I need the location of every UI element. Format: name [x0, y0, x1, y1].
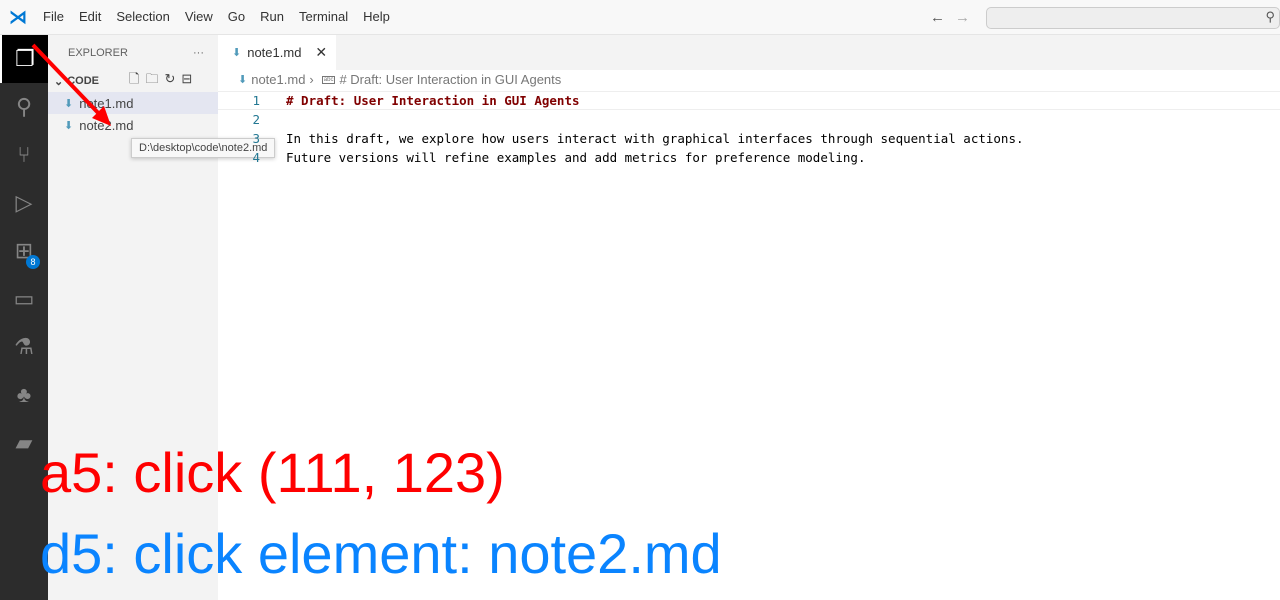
click-arrow	[31, 43, 106, 121]
click-arrow-overlay	[31, 43, 111, 126]
action-annotation: a5: click (111, 123)	[40, 441, 505, 504]
description-annotation: d5: click element: note2.md	[40, 522, 722, 585]
